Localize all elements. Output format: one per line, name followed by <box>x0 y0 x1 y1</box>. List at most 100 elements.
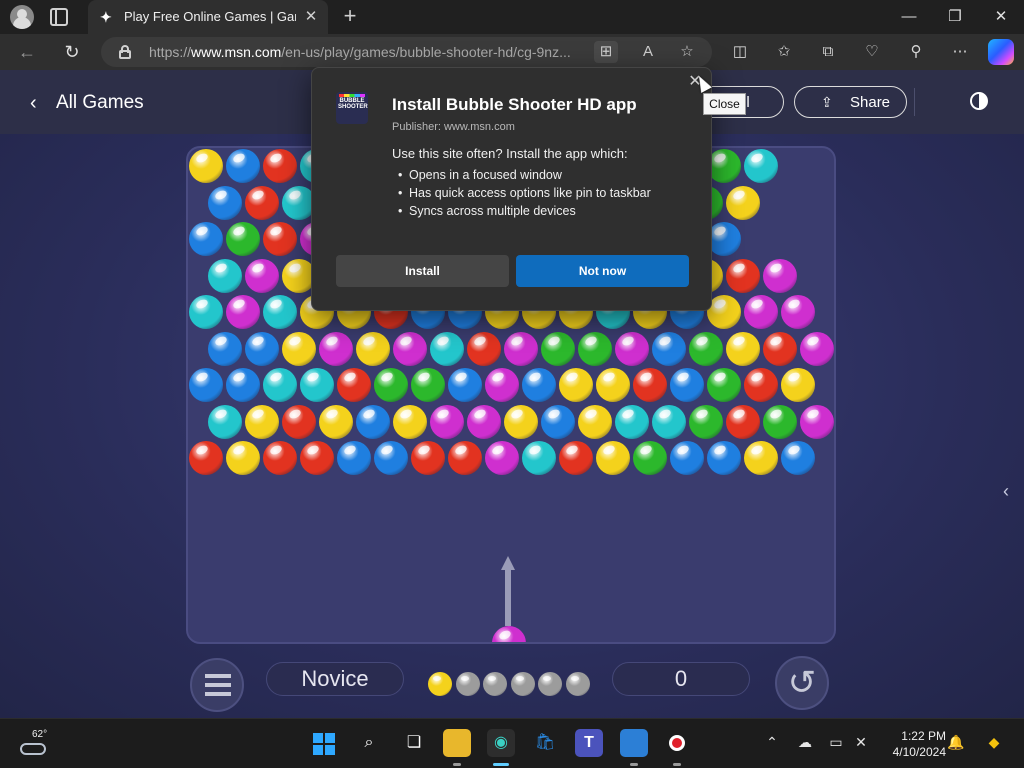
bubble <box>189 368 223 402</box>
chevron-up-icon[interactable]: ⌃ <box>763 733 781 751</box>
bubble <box>226 368 260 402</box>
start-icon[interactable] <box>313 733 335 755</box>
new-tab-icon[interactable]: + <box>339 5 361 27</box>
notifications-icon[interactable]: 🔔 <box>947 733 965 751</box>
favorites-icon[interactable]: ✩ <box>773 41 795 63</box>
bubble <box>467 404 501 439</box>
app-available-icon[interactable]: ⊞ <box>594 41 618 63</box>
bubble <box>356 404 390 439</box>
more-icon[interactable]: ⋯ <box>949 41 971 63</box>
bubble <box>596 368 630 402</box>
bubble <box>300 441 334 475</box>
browser-essentials-icon[interactable]: ♡ <box>861 41 883 63</box>
address-bar[interactable]: https://www.msn.com/en-us/play/games/bub… <box>101 37 712 67</box>
bubble <box>763 258 797 293</box>
bubble <box>448 441 482 475</box>
queued-bubble <box>428 672 452 696</box>
bubble <box>781 441 815 475</box>
bubble <box>430 331 464 366</box>
bubble <box>300 368 334 402</box>
bubble <box>263 368 297 402</box>
bubble <box>337 368 371 402</box>
bubble <box>393 331 427 366</box>
all-games-back-link[interactable]: ‹ All Games <box>30 90 150 116</box>
profile-avatar-icon[interactable] <box>10 5 34 29</box>
dialog-feature-list: Opens in a focused window Has quick acce… <box>398 168 698 222</box>
not-now-button[interactable]: Not now <box>516 255 689 287</box>
volume-muted-icon[interactable]: ✕ <box>852 733 870 751</box>
bubble <box>726 404 760 439</box>
queued-bubble <box>565 672 590 696</box>
running-indicator <box>630 763 638 766</box>
share-button[interactable]: ⇪ Share <box>794 86 907 118</box>
browser-tab[interactable]: ✦ Play Free Online Games | Games ✕ <box>88 0 328 34</box>
bubble <box>485 368 519 402</box>
feature-item: Syncs across multiple devices <box>398 204 698 222</box>
collections-icon[interactable]: ⧉ <box>817 41 839 63</box>
restore-icon[interactable]: ❐ <box>944 6 966 28</box>
url-text[interactable]: https://www.msn.com/en-us/play/games/bub… <box>149 44 585 60</box>
tab-close-icon[interactable]: ✕ <box>302 8 320 26</box>
bubble <box>800 404 834 439</box>
favorite-star-icon[interactable]: ☆ <box>675 41 699 63</box>
bubble <box>744 368 778 402</box>
side-panel-chevron-icon[interactable]: ‹ <box>996 476 1016 506</box>
split-screen-icon[interactable]: ◫ <box>729 41 751 63</box>
bubble <box>763 404 797 439</box>
bubble <box>411 441 445 475</box>
read-aloud-icon[interactable]: A <box>636 41 660 63</box>
install-button[interactable]: Install <box>336 255 509 287</box>
difficulty-label: Novice <box>266 662 404 696</box>
queued-bubble <box>510 672 535 696</box>
edge-icon[interactable]: ◉ <box>487 729 515 757</box>
extensions-icon[interactable]: ⚲ <box>905 41 927 63</box>
bubble <box>615 404 649 439</box>
browser-toolbar: ← ↻ https://www.msn.com/en-us/play/games… <box>0 34 1024 70</box>
score-display: 0 <box>612 662 750 696</box>
bubble <box>578 331 612 366</box>
menu-button[interactable] <box>190 658 244 712</box>
cloud-icon <box>20 743 46 755</box>
bubble <box>781 368 815 402</box>
recorder-icon[interactable] <box>663 729 691 757</box>
store-icon[interactable]: 🛍 <box>531 729 559 757</box>
bubble <box>689 404 723 439</box>
tab-actions-icon[interactable] <box>50 8 68 26</box>
lock-icon[interactable] <box>119 45 131 59</box>
bubble <box>781 295 815 329</box>
dialog-intro: Use this site often? Install the app whi… <box>392 146 628 161</box>
display-icon[interactable]: ▭ <box>827 733 845 751</box>
bubble <box>226 295 260 329</box>
restart-icon[interactable]: ↺ <box>775 656 829 710</box>
clock-date: 4/10/2024 <box>892 745 946 759</box>
photos-icon[interactable] <box>620 729 648 757</box>
install-app-dialog: BUBBLE SHOOTER Install Bubble Shooter HD… <box>311 67 712 311</box>
refresh-icon[interactable]: ↻ <box>61 41 83 63</box>
msn-games-favicon-icon: ✦ <box>100 9 112 25</box>
bubble <box>689 331 723 366</box>
feature-item: Has quick access options like pin to tas… <box>398 186 698 204</box>
teams-icon[interactable]: T <box>575 729 603 757</box>
bubble <box>226 222 260 256</box>
bubble <box>800 331 834 366</box>
bubble <box>245 258 279 293</box>
task-view-icon[interactable]: ❏ <box>400 729 428 757</box>
onedrive-icon[interactable]: ☁ <box>796 733 814 751</box>
bubble <box>263 222 297 256</box>
search-icon[interactable]: ⌕ <box>355 729 383 757</box>
window-close-icon[interactable]: ✕ <box>990 6 1012 28</box>
share-label: Share <box>850 94 891 111</box>
copilot-preview-icon[interactable]: ◆ <box>982 733 1006 751</box>
bubble <box>707 295 741 329</box>
weather-widget[interactable]: 62° <box>18 729 52 759</box>
theme-toggle-icon[interactable] <box>970 92 988 110</box>
copilot-icon[interactable] <box>988 39 1014 65</box>
back-icon[interactable]: ← <box>16 41 38 63</box>
bubble <box>596 441 630 475</box>
bubble <box>245 185 279 220</box>
file-explorer-icon[interactable] <box>443 729 471 757</box>
header-divider <box>914 88 915 116</box>
minimize-icon[interactable]: — <box>898 6 920 28</box>
feature-item: Opens in a focused window <box>398 168 698 186</box>
system-clock[interactable]: 1:22 PM 4/10/2024 <box>880 728 946 760</box>
